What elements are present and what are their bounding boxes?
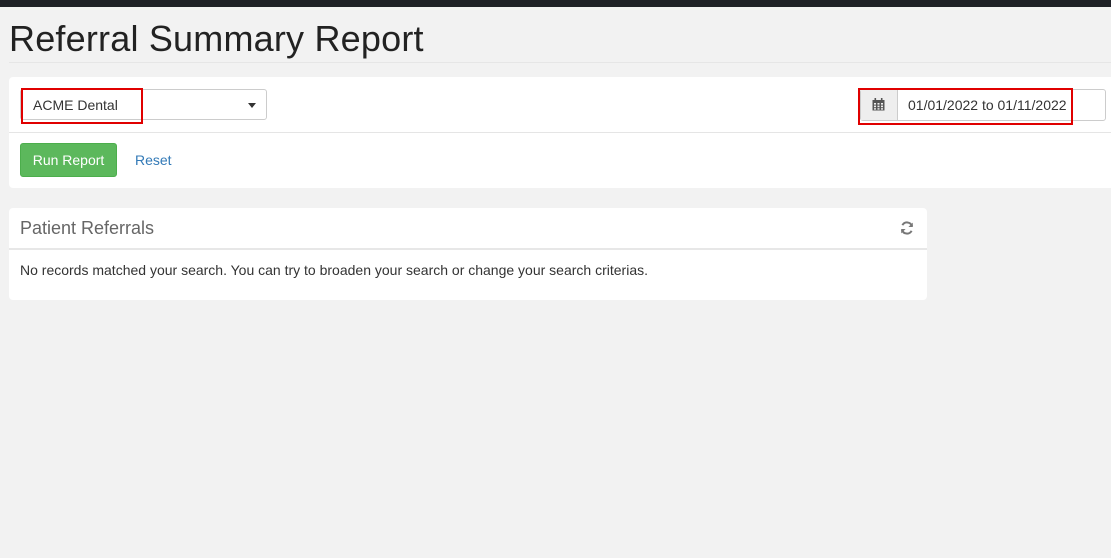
filter-divider xyxy=(9,132,1111,133)
empty-results-message: No records matched your search. You can … xyxy=(20,262,648,278)
window-top-bar xyxy=(0,0,1111,7)
patient-referrals-panel: Patient Referrals No records matched you… xyxy=(9,208,927,300)
title-divider xyxy=(9,62,1111,63)
calendar-icon xyxy=(872,98,885,111)
chevron-down-icon xyxy=(248,103,256,108)
practice-select-value: ACME Dental xyxy=(33,97,118,113)
run-report-button[interactable]: Run Report xyxy=(20,143,117,177)
panel-divider xyxy=(9,248,927,250)
panel-title: Patient Referrals xyxy=(20,218,155,238)
date-range-picker[interactable]: 01/01/2022 to 01/11/2022 xyxy=(860,89,1106,121)
refresh-icon[interactable] xyxy=(899,220,915,241)
date-range-value[interactable]: 01/01/2022 to 01/11/2022 xyxy=(908,97,1067,113)
practice-select[interactable]: ACME Dental xyxy=(20,89,267,120)
filter-panel: ACME Dental 01/01/2022 to 01/11/2022 Run… xyxy=(9,77,1111,188)
calendar-addon[interactable] xyxy=(861,90,898,120)
page-title: Referral Summary Report xyxy=(9,18,424,59)
reset-link[interactable]: Reset xyxy=(135,152,172,168)
